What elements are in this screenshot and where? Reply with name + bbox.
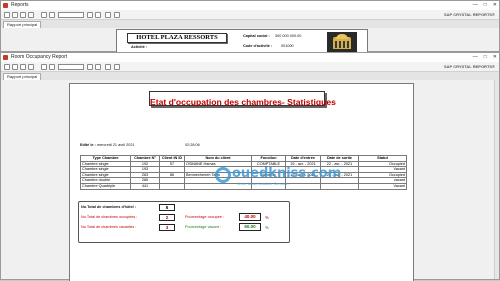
table-cell [159,183,185,190]
vacant-rooms-value: 3 [159,224,175,231]
hotel-name: HOTEL PLAZA RESSORTS [136,34,218,41]
pct-vacant-label: Pourcentage vacant : [185,225,221,229]
prev-page-icon[interactable] [49,64,55,70]
crystal-reports-logo: SAP CRYSTAL REPORTS® [443,12,495,17]
vertical-scrollbar[interactable] [494,80,499,279]
date-label: Edité le : [80,143,96,147]
toggle-tree-icon[interactable] [28,12,34,18]
table-cell [285,183,321,190]
pct-vacant-value: 60.00 [239,223,261,231]
pct-occupied-sign: % [265,215,269,220]
zoom-icon[interactable] [114,64,120,70]
first-page-icon[interactable] [41,12,47,18]
page-number-input[interactable] [58,64,84,70]
tab-main-report[interactable]: Rapport principal [3,21,42,28]
export-icon[interactable] [4,12,10,18]
print-icon[interactable] [12,64,18,70]
report-title: Etat d'occupation des chambres- Statisti… [150,97,336,107]
export-icon[interactable] [4,64,10,70]
capital-value: 300 000 000.00 [275,34,302,38]
tab-main-report[interactable]: Rapport principal [3,73,42,80]
hotel-name-box: HOTEL PLAZA RESSORTS [127,33,227,43]
table-cell: 19 - avr. - 2021 [285,171,321,179]
reports-window-title: Reports [11,2,29,8]
report-title-box: Etat d'occupation des chambres- Statisti… [149,91,336,107]
first-page-icon[interactable] [41,64,47,70]
app-icon [3,55,8,60]
hotel-logo [327,32,357,52]
search-icon[interactable] [105,64,111,70]
code-value: 001000 [281,44,294,48]
occupied-rooms-value: 2 [159,214,175,221]
reports-window: Reports — □ ✕ SAP CRYSTAL REPORTS® Rappo… [0,0,500,53]
prev-page-icon[interactable] [49,12,55,18]
last-page-icon[interactable] [95,12,101,18]
code-label: Code d'activité : [243,44,273,48]
stats-box: No.Total de chambres d'hôtel : 5 No.Tota… [78,201,290,243]
reports-titlebar: Reports — □ ✕ [1,1,499,10]
search-icon[interactable] [105,12,111,18]
total-rooms-label: No.Total de chambres d'hôtel : [81,205,137,209]
column-header: Chambre N° [130,155,160,162]
table-cell: Chambre Quadriple [80,183,131,190]
occupied-rooms-label: No.Total de chambres occupées : [81,215,138,219]
pct-occupied-value: 40.00 [239,213,261,221]
refresh-icon[interactable] [20,64,26,70]
room-occupancy-toolbar: SAP CRYSTAL REPORTS® [1,62,499,72]
room-occupancy-titlebar: Room Occupancy Report — □ ✕ [1,53,499,62]
next-page-icon[interactable] [87,64,93,70]
minimize-icon[interactable]: — [473,53,478,62]
print-icon[interactable] [12,12,18,18]
pct-vacant-sign: % [265,225,269,230]
app-icon [3,3,8,8]
report-page: Etat d'occupation des chambres- Statisti… [69,83,414,281]
table-cell: 441 [130,183,160,190]
close-icon[interactable]: ✕ [493,53,497,62]
pct-occupied-label: Pourcentage occupée : [185,215,225,219]
zoom-icon[interactable] [114,12,120,18]
table-cell: Vacant [358,183,407,190]
page-number-input[interactable] [58,12,84,18]
capital-label: Capital social : [243,34,270,38]
room-occupancy-tabstrip: Rapport principal [1,72,499,80]
crystal-reports-logo: SAP CRYSTAL REPORTS® [443,64,495,69]
maximize-icon[interactable]: □ [484,53,487,62]
column-header: Client IN ID [159,155,185,162]
activite-label: Activité : [131,45,148,49]
next-page-icon[interactable] [87,12,93,18]
table-cell: 19 - avr. - 2021 [285,160,321,168]
reports-toolbar: SAP CRYSTAL REPORTS® [1,10,499,20]
vacant-rooms-label: No.Total de chambres vacantes : [81,225,137,229]
occupancy-table: Type Chambre Chambre N° Client IN ID Nom… [80,155,407,190]
table-cell [184,183,252,190]
date-value: mercredi 21 avril 2021 [97,143,135,147]
total-rooms-value: 5 [159,204,175,211]
room-occupancy-window-title: Room Occupancy Report [11,54,68,60]
maximize-icon[interactable]: □ [484,1,487,10]
reports-page: HOTEL PLAZA RESSORTS Activité : Capital … [116,29,368,53]
refresh-icon[interactable] [20,12,26,18]
reports-tabstrip: Rapport principal [1,20,499,28]
minimize-icon[interactable]: — [473,1,478,10]
table-cell [251,183,286,190]
room-occupancy-window: Room Occupancy Report — □ ✕ SAP CRYSTAL … [0,52,500,281]
table-row: Chambre Quadriple 441 Vacant [80,183,407,190]
table-cell [320,183,359,190]
toggle-tree-icon[interactable] [28,64,34,70]
time-value: 02:28:06 [185,143,200,147]
last-page-icon[interactable] [95,64,101,70]
close-icon[interactable]: ✕ [493,1,497,10]
